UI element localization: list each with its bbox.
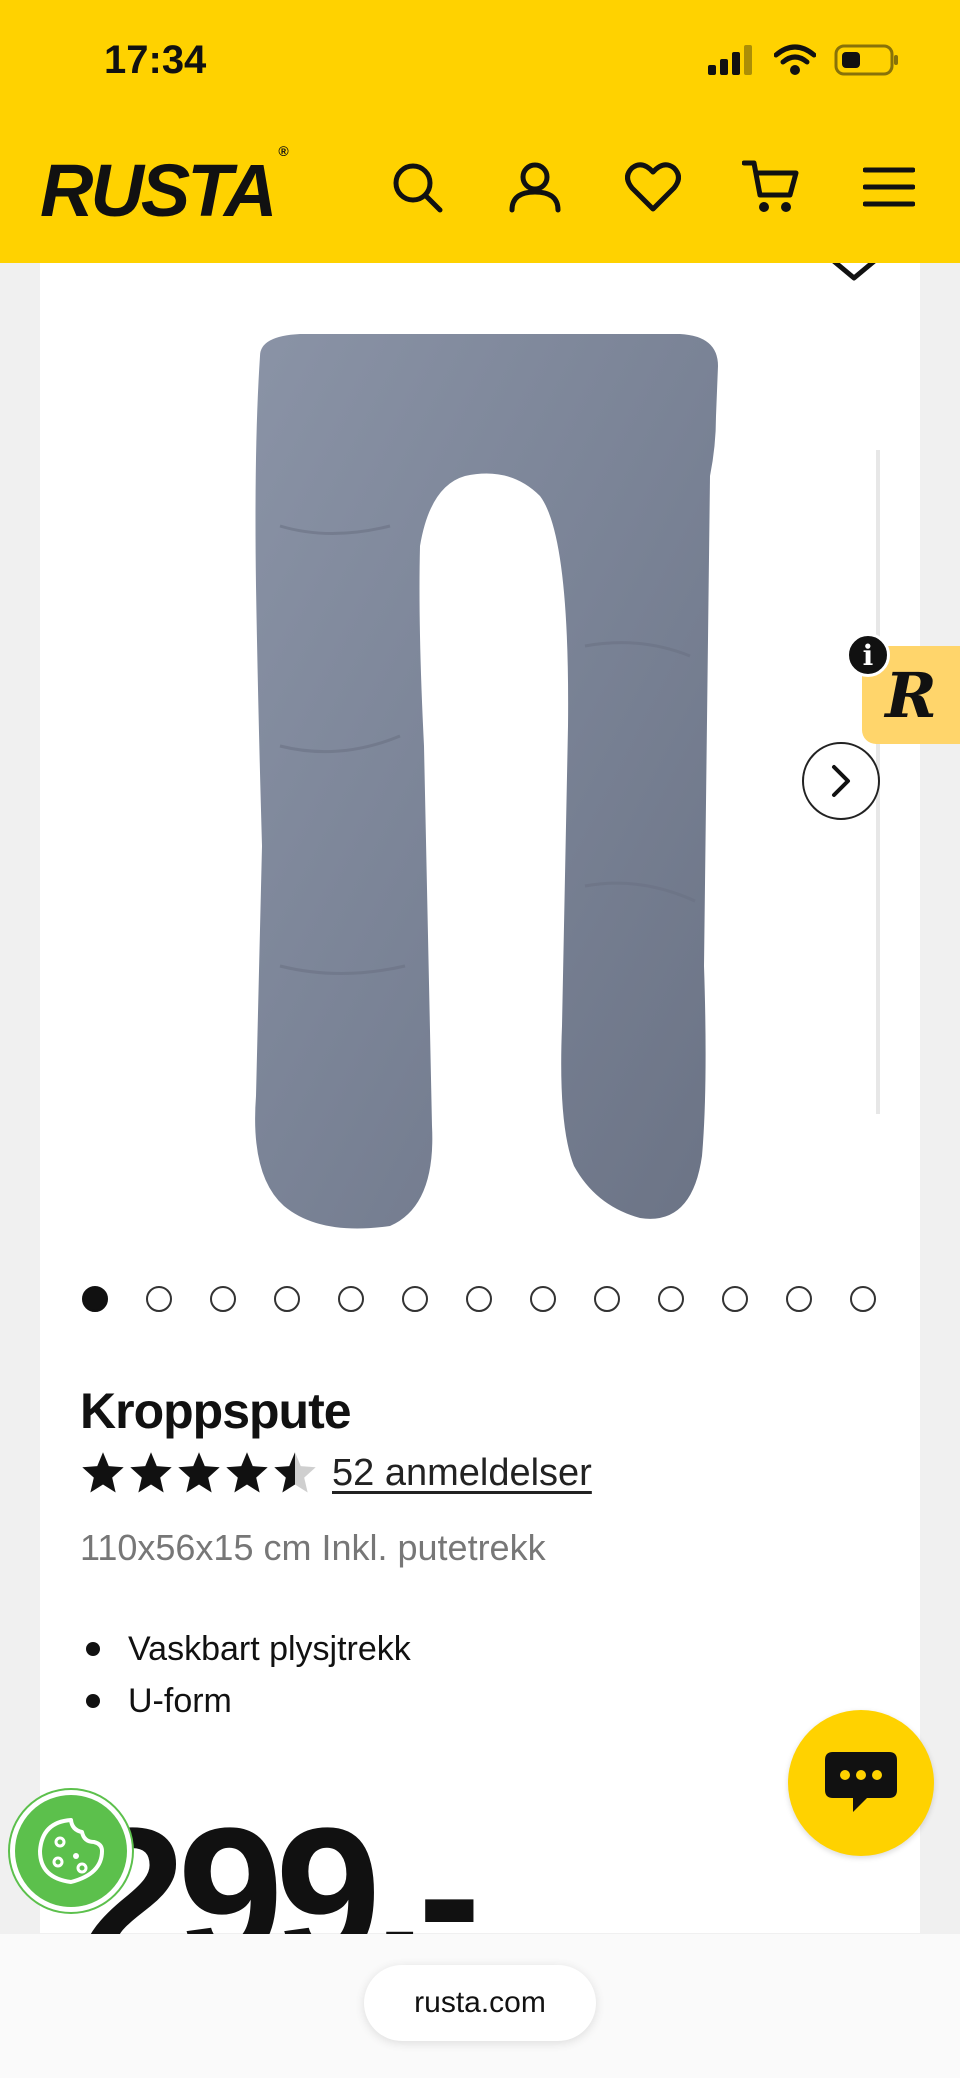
pagination-dot[interactable] [658, 1286, 684, 1312]
cart-icon[interactable] [742, 158, 800, 216]
pagination-dot[interactable] [722, 1286, 748, 1312]
pagination-dot[interactable] [210, 1286, 236, 1312]
cookie-settings-button[interactable] [10, 1790, 132, 1912]
chat-bubble-icon [825, 1752, 897, 1812]
star-icon [178, 1452, 220, 1493]
pagination-dot[interactable] [274, 1286, 300, 1312]
chat-button[interactable] [788, 1710, 934, 1856]
pagination-dot[interactable] [146, 1286, 172, 1312]
bullet-icon [86, 1694, 100, 1708]
pagination-dot[interactable] [530, 1286, 556, 1312]
pagination-dot[interactable] [466, 1286, 492, 1312]
star-icon [226, 1452, 268, 1493]
gallery-next-button[interactable] [802, 742, 880, 820]
rating-row: 52 anmeldelser [80, 1450, 592, 1496]
feature-list: Vaskbart plysjtrekk U-form [80, 1623, 411, 1727]
pagination-dot[interactable] [786, 1286, 812, 1312]
feature-text: Vaskbart plysjtrekk [128, 1629, 411, 1668]
wifi-icon [774, 44, 816, 75]
feature-text: U-form [128, 1681, 232, 1720]
rusta-logo[interactable]: RUSTA ® [40, 143, 289, 233]
site-header: 17:34 RUSTA ® [0, 0, 960, 263]
heart-icon[interactable] [624, 158, 682, 216]
star-icon [274, 1452, 316, 1493]
info-letter: i [862, 638, 874, 672]
bullet-icon [86, 1642, 100, 1656]
status-icons [708, 44, 900, 76]
search-icon[interactable] [388, 158, 446, 216]
pagination-dot[interactable] [338, 1286, 364, 1312]
star-rating [80, 1450, 318, 1496]
feature-item: U-form [80, 1675, 411, 1727]
pagination-dot[interactable] [594, 1286, 620, 1312]
product-subtitle: 110x56x15 cm Inkl. putetrekk [80, 1527, 546, 1568]
chevron-right-icon [832, 765, 850, 797]
feature-item: Vaskbart plysjtrekk [80, 1623, 411, 1675]
pagination-dot[interactable] [402, 1286, 428, 1312]
header-nav [388, 158, 918, 216]
cookie-icon [38, 1818, 104, 1884]
brand-mark: ® [278, 143, 288, 160]
product-image[interactable] [240, 326, 740, 1246]
pagination-dot[interactable] [850, 1286, 876, 1312]
badge-letter: R [885, 658, 937, 732]
menu-icon[interactable] [860, 158, 918, 216]
star-icon [82, 1452, 124, 1493]
brand-name: RUSTA [40, 149, 277, 232]
product-title: Kroppspute [80, 1383, 352, 1439]
signal-icon [708, 45, 752, 75]
reviews-link[interactable]: 52 anmeldelser [332, 1452, 592, 1495]
star-icon [130, 1452, 172, 1493]
browser-bottom-bar: rusta.com [0, 1934, 960, 2078]
pagination-dot[interactable] [82, 1286, 108, 1312]
battery-icon [834, 44, 898, 76]
gallery-pagination [82, 1286, 876, 1312]
info-icon[interactable]: i [846, 633, 890, 677]
status-time: 17:34 [104, 38, 207, 82]
url-bar[interactable]: rusta.com [364, 1965, 596, 2041]
account-icon[interactable] [506, 158, 564, 216]
